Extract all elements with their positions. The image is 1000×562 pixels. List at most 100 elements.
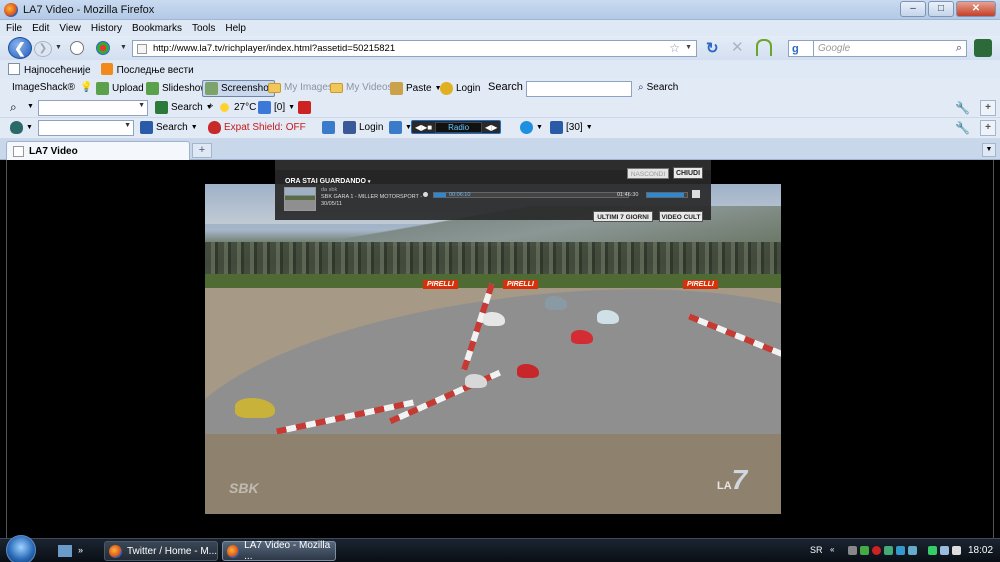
tab-la7-video[interactable]: LA7 Video xyxy=(6,141,190,160)
menu-view[interactable]: View xyxy=(59,23,81,34)
reload-icon[interactable]: ↻ xyxy=(706,39,719,57)
toolbar-addon-icon[interactable] xyxy=(974,39,992,57)
share-button[interactable] xyxy=(322,121,335,134)
player-overlay: NASCONDI CHIUDI ORA STAI GUARDANDO ▾ da … xyxy=(275,160,711,222)
volume-icon[interactable] xyxy=(952,546,961,555)
upload-button[interactable]: Upload xyxy=(96,82,144,95)
quicklaunch-chevron-icon[interactable]: » xyxy=(78,545,92,557)
wrench-icon[interactable]: 🔧 xyxy=(955,101,970,115)
add-button[interactable]: + xyxy=(980,100,996,116)
toolbar-search-button[interactable]: Search ▼ xyxy=(155,101,213,114)
dropdown-arrow-icon[interactable]: ▼ xyxy=(27,103,34,110)
now-watching-label[interactable]: ORA STAI GUARDANDO ▾ xyxy=(285,178,370,185)
tray-app-icon[interactable] xyxy=(872,546,881,555)
video-frame[interactable]: PIRELLI PIRELLI PIRELLI SBK LA7 xyxy=(205,184,781,514)
bookmark-latest-news[interactable]: Последње вести xyxy=(100,63,194,76)
taskbar-item-la7[interactable]: LA7 Video - Mozilla ... xyxy=(222,540,336,562)
facebook-login-button[interactable]: Login xyxy=(343,121,383,134)
tray-app-icon[interactable] xyxy=(928,546,937,555)
tab-list-dropdown-icon[interactable]: ▼ xyxy=(982,143,996,157)
menu-history[interactable]: History xyxy=(91,23,122,34)
tray-app-icon[interactable] xyxy=(884,546,893,555)
paste-button[interactable]: Paste ▼ xyxy=(390,82,442,95)
search-engine-selector[interactable]: g xyxy=(788,40,814,57)
back-button[interactable]: ❮ xyxy=(8,37,32,59)
login-button[interactable]: Login xyxy=(440,82,480,95)
dropdown-arrow-icon[interactable]: ▼ xyxy=(124,122,131,129)
tray-app-icon[interactable] xyxy=(908,546,917,555)
my-videos-button[interactable]: My Videos xyxy=(330,82,393,93)
last-7-days-button[interactable]: ULTIMI 7 GIORNI xyxy=(593,211,653,222)
imageshack-search-button[interactable]: ⌕ Search xyxy=(638,82,678,93)
menu-edit[interactable]: Edit xyxy=(32,23,49,34)
search-icon[interactable]: ⌕ xyxy=(10,100,17,115)
shield-search-button[interactable]: Search ▼ xyxy=(140,121,198,134)
search-input[interactable]: Google ⌕ xyxy=(813,40,967,57)
new-tab-button[interactable]: + xyxy=(192,143,212,158)
addon-icon[interactable] xyxy=(96,41,110,55)
shield-search-input[interactable]: ▼ xyxy=(38,120,134,136)
bookmark-most-visited[interactable]: Најпосећеније xyxy=(8,63,91,76)
youtube-button[interactable] xyxy=(298,101,311,114)
dropdown-arrow-icon[interactable]: ▼ xyxy=(138,102,145,109)
radio-controls-icon[interactable]: ◀▶■ xyxy=(415,123,432,132)
network-icon[interactable] xyxy=(940,546,949,555)
radio-player[interactable]: ◀▶■ Radio ◀▶ xyxy=(411,120,502,134)
play-icon[interactable] xyxy=(423,192,428,197)
start-button[interactable] xyxy=(6,535,36,562)
share-icon xyxy=(322,121,335,134)
screenshot-button[interactable]: Screenshot xyxy=(202,80,275,97)
tray-app-icon[interactable] xyxy=(896,546,905,555)
tray-chevron-icon[interactable]: « xyxy=(830,545,834,554)
maximize-button[interactable]: □ xyxy=(928,1,954,17)
tray-app-icon[interactable] xyxy=(848,546,857,555)
rss-feed-button[interactable]: [30] ▼ xyxy=(550,121,593,134)
imageshack-search-input[interactable] xyxy=(526,81,632,97)
clock[interactable]: 18:02 xyxy=(968,545,993,556)
wrench-icon[interactable]: 🔧 xyxy=(955,121,970,135)
stop-icon[interactable]: ✕ xyxy=(731,38,744,56)
fullscreen-icon[interactable] xyxy=(692,190,700,198)
volume-icon[interactable]: ◀▶ xyxy=(485,123,497,132)
volume-slider[interactable] xyxy=(646,192,688,198)
bulb-icon[interactable]: 💡 xyxy=(80,82,92,93)
shield-menu[interactable]: ▼ xyxy=(10,121,33,134)
home-icon[interactable] xyxy=(756,39,772,56)
menu-file[interactable]: File xyxy=(6,23,22,34)
close-player-button[interactable]: CHIUDI xyxy=(673,167,703,179)
language-indicator[interactable]: SR xyxy=(810,545,823,555)
url-dropdown-icon[interactable]: ▼ xyxy=(685,44,692,51)
menu-tools[interactable]: Tools xyxy=(192,23,215,34)
expat-shield-toggle[interactable]: Expat Shield: OFF xyxy=(208,121,306,134)
toolbar-search-input[interactable]: ▼ xyxy=(38,100,148,116)
hide-button[interactable]: NASCONDI xyxy=(627,168,669,179)
mail-widget[interactable]: [0] ▼ xyxy=(258,101,295,114)
menu-bookmarks[interactable]: Bookmarks xyxy=(132,23,182,34)
address-bar[interactable]: http://www.la7.tv/richplayer/index.html?… xyxy=(132,40,697,57)
tv-button[interactable]: ▼ xyxy=(389,121,412,134)
window-title: LA7 Video - Mozilla Firefox xyxy=(23,3,155,16)
speech-bubble-icon[interactable] xyxy=(70,41,84,55)
add-button[interactable]: + xyxy=(980,120,996,136)
minimize-button[interactable]: – xyxy=(900,1,926,17)
close-button[interactable]: ✕ xyxy=(956,1,996,17)
la7-logo-text: LA xyxy=(717,480,732,492)
search-label: Search xyxy=(156,122,188,133)
forward-button[interactable]: ❯ xyxy=(34,41,52,57)
history-dropdown-icon[interactable]: ▼ xyxy=(55,44,62,51)
weather-widget[interactable]: 27°C xyxy=(218,101,256,114)
menu-help[interactable]: Help xyxy=(225,23,246,34)
bookmark-star-icon[interactable]: ☆ xyxy=(669,41,680,55)
search-icon[interactable]: ⌕ xyxy=(956,42,962,55)
upload-label: Upload xyxy=(112,83,144,94)
video-cult-button[interactable]: VIDEO CULT xyxy=(659,211,703,222)
skype-button[interactable]: ▼ xyxy=(520,121,543,134)
show-desktop-icon[interactable] xyxy=(58,545,72,557)
imageshack-menu[interactable]: ImageShack® xyxy=(12,82,75,93)
video-thumbnail[interactable] xyxy=(284,187,316,211)
taskbar-item-twitter[interactable]: Twitter / Home - M... xyxy=(104,541,218,561)
slideshow-button[interactable]: Slideshow xyxy=(146,82,208,95)
tray-app-icon[interactable] xyxy=(860,546,869,555)
my-images-button[interactable]: My Images xyxy=(268,82,333,93)
addon-dropdown-icon[interactable]: ▼ xyxy=(120,44,127,51)
